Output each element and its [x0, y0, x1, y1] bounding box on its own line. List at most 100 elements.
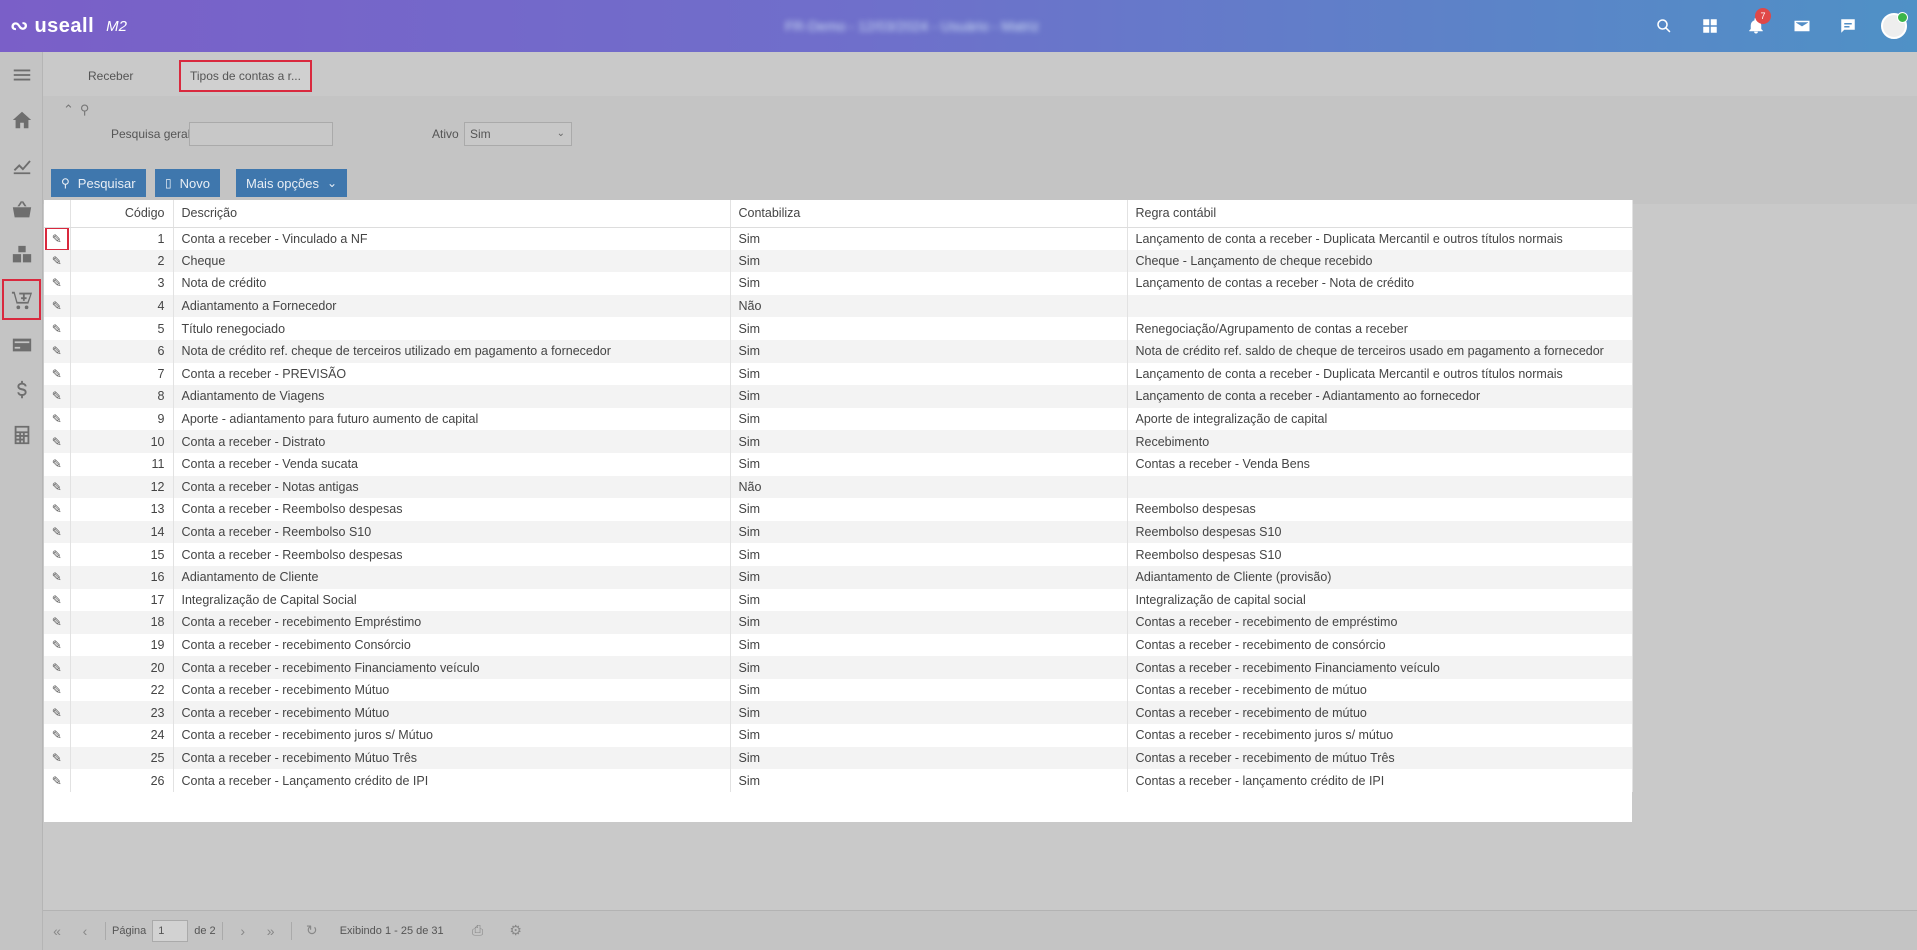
- edit-pencil-icon[interactable]: ✎: [52, 412, 62, 426]
- edit-cell[interactable]: ✎: [44, 452, 71, 476]
- table-row[interactable]: ✎ 20 Conta a receber - recebimento Financi…: [44, 656, 1633, 679]
- table-row[interactable]: ✎ 25 Conta a receber - recebimento Mútuo T…: [44, 746, 1633, 770]
- table-row[interactable]: ✎ 10 Conta a receber - Distrato Sim Recebime…: [44, 430, 1633, 453]
- edit-cell[interactable]: ✎: [44, 430, 71, 453]
- edit-cell[interactable]: ✎: [44, 362, 71, 386]
- last-page-icon[interactable]: »: [257, 923, 285, 939]
- column-header-rule[interactable]: Regra contábil: [1127, 200, 1633, 228]
- table-row[interactable]: ✎ 2 Cheque Sim Cheque - Lançamento de cheque…: [44, 249, 1633, 273]
- active-select[interactable]: Sim ⌄: [464, 122, 572, 146]
- edit-cell[interactable]: ✎: [44, 272, 71, 295]
- edit-cell[interactable]: ✎: [44, 385, 71, 408]
- settings-icon[interactable]: ⚙: [502, 922, 530, 939]
- edit-cell[interactable]: ✎: [44, 701, 71, 725]
- table-row[interactable]: ✎ 15 Conta a receber - Reembolso despesas S…: [44, 543, 1633, 566]
- edit-cell[interactable]: ✎: [44, 317, 71, 340]
- table-row[interactable]: ✎ 22 Conta a receber - recebimento Mútuo Si…: [44, 678, 1633, 702]
- home-icon[interactable]: [0, 97, 43, 142]
- chat-icon[interactable]: [1825, 0, 1871, 52]
- print-icon[interactable]: ⎙: [464, 922, 492, 939]
- general-search-input[interactable]: [189, 122, 333, 146]
- new-button[interactable]: ▯ Novo: [155, 169, 220, 197]
- edit-pencil-icon[interactable]: ✎: [52, 570, 62, 584]
- column-header-accounting[interactable]: Contabiliza: [730, 200, 1128, 228]
- table-row[interactable]: ✎ 18 Conta a receber - recebimento Emprést…: [44, 611, 1633, 634]
- edit-pencil-icon[interactable]: ✎: [52, 706, 62, 720]
- calculator-icon[interactable]: [0, 412, 43, 457]
- edit-pencil-icon[interactable]: ✎: [52, 480, 62, 494]
- edit-pencil-icon[interactable]: ✎: [52, 638, 62, 652]
- basket-icon[interactable]: [0, 187, 43, 232]
- edit-pencil-icon[interactable]: ✎: [52, 502, 62, 516]
- edit-cell[interactable]: ✎: [44, 769, 71, 792]
- table-row[interactable]: ✎ 14 Conta a receber - Reembolso S10 Sim Ree…: [44, 520, 1633, 544]
- menu-icon[interactable]: [0, 52, 43, 97]
- edit-pencil-icon[interactable]: ✎: [52, 322, 62, 336]
- boxes-icon[interactable]: [0, 232, 43, 277]
- more-options-button[interactable]: Mais opções ⌄: [236, 169, 348, 197]
- edit-pencil-icon[interactable]: ✎: [52, 593, 62, 607]
- edit-pencil-icon[interactable]: ✎: [52, 367, 62, 381]
- cart-receive-icon[interactable]: [0, 277, 43, 322]
- first-page-icon[interactable]: «: [43, 923, 71, 939]
- edit-cell[interactable]: ✎: [44, 611, 71, 634]
- prev-page-icon[interactable]: ‹: [71, 923, 99, 939]
- edit-pencil-icon[interactable]: ✎: [52, 615, 62, 629]
- collapse-filter-icon[interactable]: ⌃: [63, 102, 74, 118]
- edit-cell[interactable]: ✎: [44, 407, 71, 431]
- bell-icon[interactable]: 7: [1733, 0, 1779, 52]
- table-row[interactable]: ✎ 7 Conta a receber - PREVISÃO Sim Lançament…: [44, 362, 1633, 386]
- edit-cell[interactable]: ✎: [44, 227, 71, 250]
- edit-pencil-icon[interactable]: ✎: [52, 683, 62, 697]
- edit-cell[interactable]: ✎: [44, 656, 71, 679]
- chart-icon[interactable]: [0, 142, 43, 187]
- table-row[interactable]: ✎ 8 Adiantamento de Viagens Sim Lançamento d…: [44, 385, 1633, 408]
- tab-receber[interactable]: Receber: [79, 60, 142, 92]
- edit-pencil-icon[interactable]: ✎: [52, 276, 62, 290]
- table-row[interactable]: ✎ 11 Conta a receber - Venda sucata Sim Cont…: [44, 452, 1633, 476]
- page-input[interactable]: 1: [152, 919, 189, 942]
- edit-cell[interactable]: ✎: [44, 678, 71, 702]
- filter-search-icon[interactable]: ⚲: [80, 102, 90, 118]
- edit-pencil-icon[interactable]: ✎: [52, 254, 62, 268]
- table-row[interactable]: ✎ 26 Conta a receber - Lançamento crédito …: [44, 769, 1633, 792]
- edit-cell[interactable]: ✎: [44, 294, 71, 318]
- table-row[interactable]: ✎ 3 Nota de crédito Sim Lançamento de contas…: [44, 272, 1633, 295]
- app-logo[interactable]: ∾ useall M2: [10, 12, 127, 40]
- table-row[interactable]: ✎ 1 Conta a receber - Vinculado a NF Sim Lan…: [44, 227, 1633, 250]
- edit-cell[interactable]: ✎: [44, 724, 71, 747]
- edit-pencil-icon[interactable]: ✎: [52, 548, 62, 562]
- tab-tipos-contas-receber[interactable]: Tipos de contas a r...: [179, 60, 312, 92]
- refresh-icon[interactable]: ↻: [298, 922, 326, 939]
- search-button[interactable]: ⚲ Pesquisar: [51, 169, 146, 197]
- edit-cell[interactable]: ✎: [44, 633, 71, 657]
- table-row[interactable]: ✎ 24 Conta a receber - recebimento juros s…: [44, 724, 1633, 747]
- edit-pencil-icon[interactable]: ✎: [52, 344, 62, 358]
- edit-cell[interactable]: ✎: [44, 339, 71, 363]
- edit-pencil-icon[interactable]: ✎: [44, 227, 69, 250]
- edit-pencil-icon[interactable]: ✎: [52, 525, 62, 539]
- avatar-button[interactable]: [1871, 0, 1917, 52]
- edit-cell[interactable]: ✎: [44, 746, 71, 770]
- edit-cell[interactable]: ✎: [44, 520, 71, 544]
- column-header-code[interactable]: Código: [70, 200, 174, 228]
- table-row[interactable]: ✎ 19 Conta a receber - recebimento Consórc…: [44, 633, 1633, 657]
- table-row[interactable]: ✎ 12 Conta a receber - Notas antigas Não: [44, 475, 1633, 499]
- table-row[interactable]: ✎ 17 Integralização de Capital Social Sim In…: [44, 588, 1633, 612]
- edit-pencil-icon[interactable]: ✎: [52, 774, 62, 788]
- edit-cell[interactable]: ✎: [44, 249, 71, 273]
- search-icon[interactable]: [1641, 0, 1687, 52]
- table-row[interactable]: ✎ 6 Nota de crédito ref. cheque de terceir…: [44, 339, 1633, 363]
- edit-pencil-icon[interactable]: ✎: [52, 751, 62, 765]
- edit-pencil-icon[interactable]: ✎: [52, 389, 62, 403]
- edit-pencil-icon[interactable]: ✎: [52, 457, 62, 471]
- column-header-description[interactable]: Descrição: [173, 200, 731, 228]
- edit-pencil-icon[interactable]: ✎: [52, 661, 62, 675]
- table-row[interactable]: ✎ 5 Título renegociado Sim Renegociação/Agru…: [44, 317, 1633, 340]
- dollar-icon[interactable]: [0, 367, 43, 412]
- edit-pencil-icon[interactable]: ✎: [52, 299, 62, 313]
- table-row[interactable]: ✎ 4 Adiantamento a Fornecedor Não: [44, 294, 1633, 318]
- table-row[interactable]: ✎ 9 Aporte - adiantamento para futuro aume…: [44, 407, 1633, 431]
- edit-cell[interactable]: ✎: [44, 475, 71, 499]
- apps-icon[interactable]: [1687, 0, 1733, 52]
